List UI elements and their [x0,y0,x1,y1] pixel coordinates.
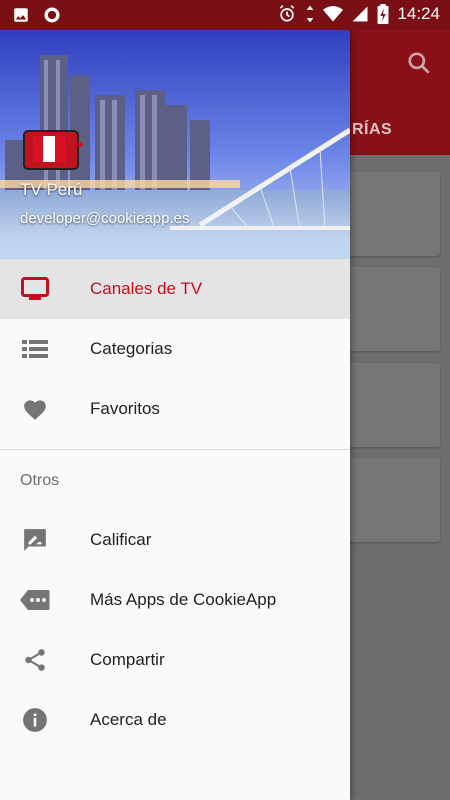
menu-item-calificar[interactable]: Calificar [0,510,350,570]
menu-item-favoritos[interactable]: Favoritos [0,379,350,439]
menu-item-acerca-de[interactable]: Acerca de [0,690,350,750]
share-icon [20,648,50,672]
account-email: developer@cookieapp.es [20,210,190,227]
app-name: TV Perú [20,180,83,199]
heart-icon [20,397,50,421]
list-icon [20,337,50,361]
record-notification-icon [44,7,60,23]
alarm-icon [280,5,295,22]
image-notification-icon [14,8,28,22]
menu-item-label: Más Apps de CookieApp [90,590,277,609]
peru-flag-icon [33,136,65,162]
menu-item-label: Categorias [90,339,173,358]
menu-item-label: Canales de TV [90,279,203,298]
menu-item-compartir[interactable]: Compartir [0,630,350,690]
menu-item-label: Compartir [90,650,165,669]
navigation-drawer: TV Perú developer@cookieapp.es Canales d… [0,30,350,800]
cell-signal-icon [352,6,368,22]
menu-item-label: Calificar [90,530,152,549]
section-title: Otros [20,472,60,489]
menu-item-label: Acerca de [90,710,167,729]
menu-item-mas-apps[interactable]: Más Apps de CookieApp [0,570,350,630]
status-bar: 14:24 [0,0,450,30]
drawer-menu: Canales de TV Categorias Favoritos Otros… [0,259,350,750]
menu-item-canales-de-tv[interactable]: Canales de TV [0,259,350,319]
search-icon[interactable] [406,50,432,76]
battery-charging-icon [377,4,389,24]
tv-icon [20,277,50,301]
section-header-otros: Otros [0,450,350,502]
more-apps-icon [20,588,50,612]
data-arrows-icon [307,5,314,23]
clock: 14:24 [397,4,440,23]
rate-review-icon [20,528,50,552]
menu-item-label: Favoritos [90,399,160,418]
tab-categorias[interactable]: RÍAS [352,121,392,139]
app-logo [23,130,83,170]
menu-item-categorias[interactable]: Categorias [0,319,350,379]
drawer-header: TV Perú developer@cookieapp.es [0,30,350,259]
wifi-icon [323,6,344,22]
info-icon [20,708,50,732]
